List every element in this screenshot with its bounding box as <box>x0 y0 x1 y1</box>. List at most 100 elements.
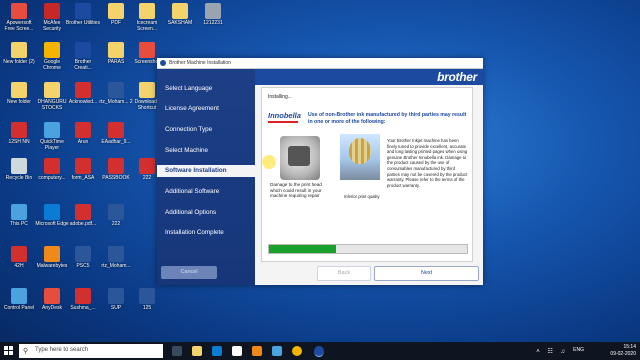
desktop-icon[interactable]: PSC5 <box>66 246 100 269</box>
desktop-icon-glyph <box>11 82 27 98</box>
taskbar-search[interactable]: ⚲ Type here to search <box>19 344 163 358</box>
desktop-icon-label: 1212231 <box>203 20 223 26</box>
search-icon: ⚲ <box>23 348 29 355</box>
window-titlebar[interactable]: Brother Machine Installation <box>157 58 483 69</box>
desktop-icon[interactable]: PDF <box>99 3 133 26</box>
step-additional-software: Additional Software <box>165 188 220 195</box>
desktop-icon-label: DHANGURU STOCKS <box>37 99 67 111</box>
malwarebytes-icon[interactable] <box>252 346 262 356</box>
desktop-icon-glyph <box>139 3 155 19</box>
desktop-icon[interactable]: Apowersoft Free Scree... <box>2 3 36 32</box>
desktop-icon-glyph <box>108 3 124 19</box>
desktop-icon[interactable]: 1212231 <box>196 3 230 26</box>
desktop-icon[interactable]: Microsoft Edge <box>35 204 69 227</box>
desktop-icon[interactable]: 42H <box>2 246 36 269</box>
desktop-icon[interactable]: Brother Utilities <box>66 3 100 26</box>
desktop-icon-label: Recycle Bin <box>5 175 33 181</box>
desktop-icon-label: rtz_Moham... <box>101 263 131 269</box>
next-button[interactable]: Next <box>374 266 479 281</box>
ink-warning: Use of non-Brother ink manufactured by t… <box>308 112 467 125</box>
desktop-icon[interactable]: Malwarebytes <box>35 246 69 269</box>
desktop-icon[interactable]: Brother Creati... <box>66 42 100 71</box>
desktop-icon-label: PARAS <box>107 59 125 65</box>
desktop-icon[interactable]: New folder (2) <box>2 42 36 65</box>
desktop-icon-label: 125 <box>142 305 152 311</box>
desktop-icon[interactable]: Arun <box>66 122 100 145</box>
desktop-icon[interactable]: Control Panel <box>2 288 36 311</box>
back-button[interactable]: Back <box>317 266 371 281</box>
desktop-icon[interactable]: Icecream Screen... <box>130 3 164 32</box>
desktop-icon[interactable]: Google Chrome <box>35 42 69 71</box>
desktop-icon[interactable]: AnyDesk <box>35 288 69 311</box>
file-explorer-icon[interactable] <box>192 346 202 356</box>
desktop-icon-label: Brother Creati... <box>74 59 92 71</box>
desktop-icon[interactable]: 222 <box>99 204 133 227</box>
desktop-icon-glyph <box>75 288 91 304</box>
desktop-icon-glyph <box>11 42 27 58</box>
desktop-icon[interactable]: SAKSHAM <box>163 3 197 26</box>
desktop-icon-label: Arun <box>77 139 89 145</box>
task-view-icon[interactable] <box>172 346 182 356</box>
desktop-icon-label: Google Chrome <box>43 59 61 71</box>
desktop-icon-label: New folder <box>7 99 31 105</box>
desktop-icon[interactable]: PASSBOOK <box>99 158 133 181</box>
language-indicator[interactable]: ENG <box>573 347 584 353</box>
step-select-language: Select Language <box>165 85 213 92</box>
desktop-icon[interactable]: 12SH NN <box>2 122 36 145</box>
desktop-icon[interactable]: McAfee Security Scan... <box>35 3 69 32</box>
desktop-icon[interactable]: rtz_Moham... <box>99 246 133 269</box>
desktop-icon-label: 222 <box>111 221 121 227</box>
desktop-icon-glyph <box>11 246 27 262</box>
desktop-icon[interactable]: PARAS <box>99 42 133 65</box>
desktop-icon-label: PSC5 <box>76 263 90 269</box>
desktop-icon[interactable]: EAadhar_9... <box>99 122 133 145</box>
desktop-icon-glyph <box>108 288 124 304</box>
desktop-icon-glyph <box>75 3 91 19</box>
chrome-icon[interactable] <box>292 346 302 356</box>
desktop-icon-glyph <box>11 122 27 138</box>
desktop-icon-glyph <box>44 122 60 138</box>
desktop-icon-label: adobe.pdf... <box>69 221 97 227</box>
taskbar: ⚲ Type here to search ˄ ☷ ♫ ENG 15:14 09… <box>0 342 640 360</box>
clock-time: 15:14 <box>623 344 636 350</box>
desktop-icon-glyph <box>139 42 155 58</box>
desktop-icon[interactable]: New folder <box>2 82 36 105</box>
edge-icon[interactable] <box>212 346 222 356</box>
desktop-icon-glyph <box>172 3 188 19</box>
desktop-icon[interactable]: adobe.pdf... <box>66 204 100 227</box>
clock[interactable]: 15:14 09-02-2020 <box>610 344 636 358</box>
desktop-icon-label: Microsoft Edge <box>35 221 69 227</box>
step-software-installation: Software Installation <box>157 165 255 177</box>
desktop-icon[interactable]: computery... <box>35 158 69 181</box>
desktop-icon[interactable]: form_ASA <box>66 158 100 181</box>
desktop-icon[interactable]: Acknowled... <box>66 82 100 105</box>
store-icon[interactable] <box>232 346 242 356</box>
system-tray-icons[interactable]: ˄ ☷ ♫ <box>536 348 568 355</box>
mail-icon[interactable] <box>272 346 282 356</box>
desktop-icon[interactable]: DHANGURU STOCKS <box>35 82 69 111</box>
desktop-icon-glyph <box>75 42 91 58</box>
desktop-icon-label: Icecream Screen... <box>136 20 158 32</box>
desktop-icon-glyph <box>44 288 60 304</box>
desktop-icon[interactable]: SUP <box>99 288 133 311</box>
desktop-icon-glyph <box>44 158 60 174</box>
desktop-icon[interactable]: Recycle Bin <box>2 158 36 181</box>
desktop-icon-label: Apowersoft Free Scree... <box>4 20 34 32</box>
desktop-icon[interactable]: QuickTime Player <box>35 122 69 151</box>
desktop-icon-label: 42H <box>14 263 24 269</box>
windows-start-icon[interactable] <box>4 346 14 356</box>
desktop-icon-glyph <box>108 82 124 98</box>
cancel-button[interactable]: Cancel <box>161 266 217 279</box>
desktop-icon-glyph <box>11 3 27 19</box>
step-additional-options: Additional Options <box>165 209 217 216</box>
desktop-icon-label: Malwarebytes <box>36 263 68 269</box>
print-quality-image <box>340 134 380 180</box>
desktop-icon[interactable]: 125 <box>130 288 164 311</box>
desktop-icon[interactable]: This PC <box>2 204 36 227</box>
desktop-icon-glyph <box>75 158 91 174</box>
desktop-icon[interactable]: rtz_Moham... 2 <box>99 82 133 105</box>
desktop-icon-label: New folder (2) <box>3 59 35 65</box>
desktop-icon-glyph <box>108 204 124 220</box>
desktop-icon[interactable]: Sushma_... <box>66 288 100 311</box>
brother-installer-taskbar-icon[interactable] <box>314 346 324 357</box>
